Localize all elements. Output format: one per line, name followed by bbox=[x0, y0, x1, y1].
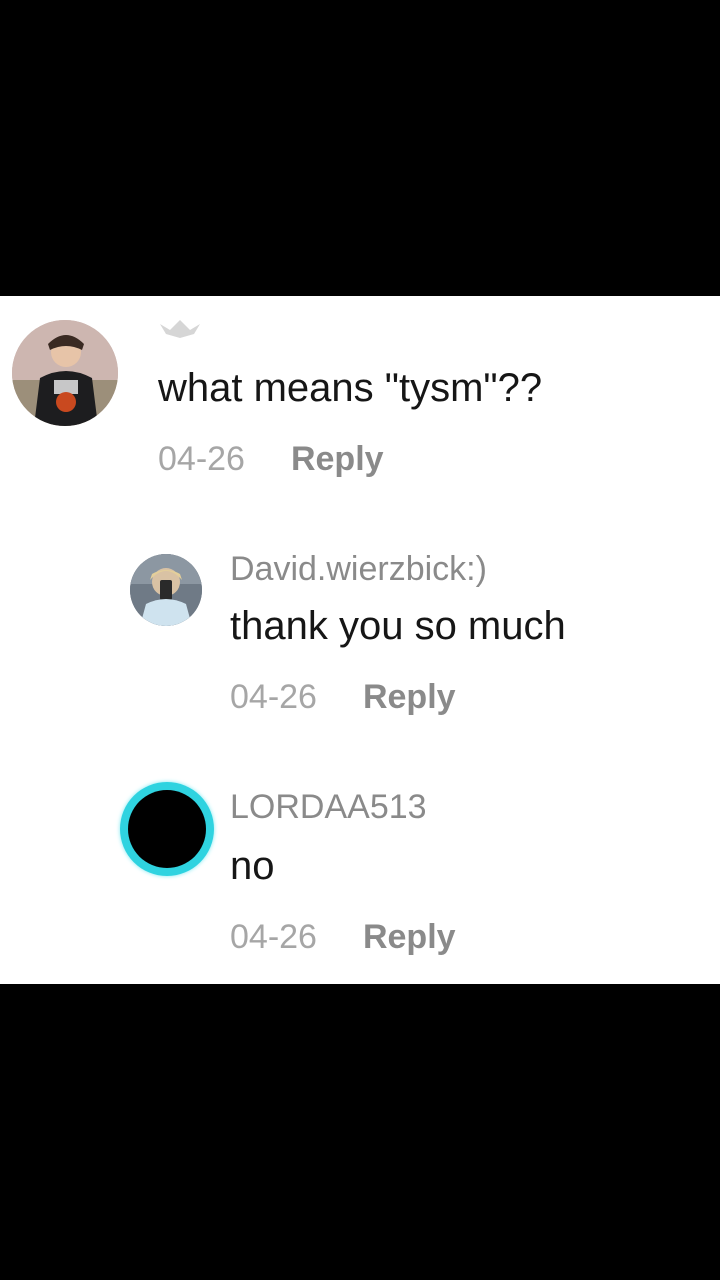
comment-text: what means "tysm"?? bbox=[158, 366, 543, 410]
comment-date: 04-26 bbox=[230, 678, 317, 716]
reply-button[interactable]: Reply bbox=[363, 678, 456, 716]
comment-date: 04-26 bbox=[230, 918, 317, 956]
reply-button[interactable]: Reply bbox=[363, 918, 456, 956]
avatar[interactable] bbox=[12, 320, 118, 426]
comment-meta: 04-26 Reply bbox=[158, 440, 384, 479]
avatar[interactable] bbox=[128, 790, 206, 868]
comment-username[interactable]: LORDAA513 bbox=[230, 788, 427, 827]
screen: what means "tysm"?? 04-26 Reply David.wie… bbox=[0, 0, 720, 1280]
badge-icon bbox=[158, 318, 202, 340]
comment-meta: 04-26 Reply bbox=[230, 918, 456, 957]
comment-text: no bbox=[230, 844, 275, 888]
comment-username[interactable]: David.wierzbick:) bbox=[230, 550, 487, 589]
comment-card: what means "tysm"?? 04-26 Reply David.wie… bbox=[0, 296, 720, 984]
reply-button[interactable]: Reply bbox=[291, 440, 384, 478]
avatar[interactable] bbox=[130, 554, 202, 626]
comment-meta: 04-26 Reply bbox=[230, 678, 456, 717]
comment-text: thank you so much bbox=[230, 604, 566, 648]
comment-date: 04-26 bbox=[158, 440, 245, 478]
